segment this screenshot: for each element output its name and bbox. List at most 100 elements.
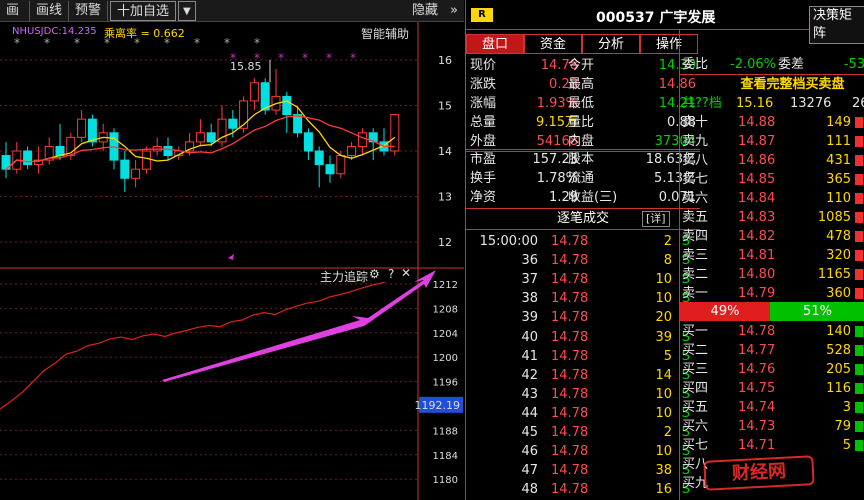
ask-bar xyxy=(855,136,863,147)
tab-analysis[interactable]: 分析 xyxy=(582,34,640,54)
gear-icon[interactable]: ⚙ xyxy=(369,267,380,281)
trades-detail-button[interactable]: [详] xyxy=(642,211,670,227)
ask-volume: 478 xyxy=(826,229,851,244)
bid-row: 买六 14.73 79 xyxy=(680,417,864,436)
quote-label: 净资 xyxy=(470,190,497,205)
ratio-value: -2.06% xyxy=(730,57,776,72)
trade-volume: 39 xyxy=(655,329,672,345)
trade-price: 14.78 xyxy=(551,348,589,364)
line-menu[interactable]: 画线 xyxy=(30,0,70,21)
buy-sell-ratio-bar: 49% 51% xyxy=(680,302,864,321)
trade-row: 40 14.78 39 S xyxy=(466,328,698,347)
trade-row: 41 14.78 5 S xyxy=(466,347,698,366)
candle-body xyxy=(260,82,270,111)
decision-matrix-button[interactable]: 决策矩阵 xyxy=(809,6,864,44)
trade-time: 42 xyxy=(521,367,538,383)
bid-row: 买一 14.78 140 xyxy=(680,322,864,341)
signal-star: * xyxy=(350,51,356,65)
trade-price: 14.78 xyxy=(551,272,589,288)
ask-label: 卖一 xyxy=(682,286,709,301)
bid-price: 14.75 xyxy=(738,381,776,396)
lower-tick: 1192.19 xyxy=(415,399,461,412)
bid-label: 买七 xyxy=(682,438,709,453)
trade-volume: 8 xyxy=(663,253,672,269)
ask-price: 14.85 xyxy=(738,172,776,187)
signal-star: * xyxy=(326,51,332,65)
trade-row: 3914.7820S xyxy=(466,308,698,327)
trade-row: 44 14.78 10 S xyxy=(466,404,698,423)
bid-price: 14.71 xyxy=(738,438,776,453)
signal-star: * xyxy=(74,36,80,50)
ask-price: 14.86 xyxy=(738,153,776,168)
chevron-down-icon[interactable]: ▼ xyxy=(178,0,196,21)
ask-row: 卖五 14.83 1085 xyxy=(680,208,864,227)
ask-volume: 110 xyxy=(826,191,851,206)
signal-star: * xyxy=(224,36,230,50)
alert-menu[interactable]: 预警 xyxy=(69,0,109,21)
trade-volume: 16 xyxy=(655,482,672,498)
lower-tick: 1208 xyxy=(433,304,458,315)
trade-time: 45 xyxy=(521,425,538,440)
ask-volume: 1085 xyxy=(817,210,851,225)
ask-bar xyxy=(855,212,863,223)
draw-menu[interactable]: 画面 xyxy=(0,0,30,21)
trade-volume: 38 xyxy=(655,463,672,479)
candle-body xyxy=(293,114,303,134)
quote-row: 涨跌 0.28 最高 14.86 xyxy=(468,75,700,94)
tab-funds[interactable]: 资金 xyxy=(524,34,582,54)
trade-volume: 20 xyxy=(655,310,672,326)
trade-row: 43 14.78 10 S xyxy=(466,385,698,404)
ask-row: 卖二 14.80 1165 xyxy=(680,265,864,284)
ask-price: 14.83 xyxy=(738,210,776,225)
add-watchlist-button[interactable]: 十加自选 xyxy=(110,0,177,21)
quote-row: 市盈 157.23 股本 18.63亿 xyxy=(468,150,700,169)
lower-tick: 1200 xyxy=(433,353,458,364)
bid-volume: 528 xyxy=(826,343,851,358)
ask-bar xyxy=(855,288,863,299)
ask-bar xyxy=(855,193,863,204)
assist-label[interactable]: 智能辅助 xyxy=(361,25,409,42)
full-orderbook-link[interactable]: 查看完整档买卖盘 xyxy=(700,75,864,94)
close-icon[interactable]: ✕ xyxy=(401,266,411,280)
ask-volume: 149 xyxy=(826,115,851,130)
quote-label: 最高 xyxy=(568,77,595,92)
ask-row: 卖四 14.82 478 xyxy=(680,227,864,246)
price-tick: 15 xyxy=(438,100,452,113)
lower-tick: 1204 xyxy=(433,329,458,340)
signal-star: * xyxy=(14,36,20,50)
help-icon[interactable]: ? xyxy=(388,267,394,281)
ask-price: 14.84 xyxy=(738,191,776,206)
trade-volume: 14 xyxy=(655,367,672,383)
ask-price: 14.87 xyxy=(738,134,776,149)
candle-body xyxy=(195,132,205,143)
tab-operate[interactable]: 操作 xyxy=(640,34,698,54)
expand-icon[interactable]: » xyxy=(444,1,464,21)
trade-time: 41 xyxy=(521,348,538,364)
candle-body xyxy=(249,82,259,102)
ratio-label: 委比 xyxy=(682,57,709,72)
ask-bar xyxy=(855,231,863,242)
lower-tick: 1188 xyxy=(433,426,458,437)
ask-bar xyxy=(855,250,863,261)
quote-label: 流通 xyxy=(568,171,595,186)
lower-indicator-title: 主力追踪 xyxy=(320,270,369,284)
total-label: 共??档 xyxy=(682,96,722,111)
bid-label: 买一 xyxy=(682,324,709,339)
signal-star: * xyxy=(194,36,200,50)
tab-pankou[interactable]: 盘口 xyxy=(466,34,524,54)
trade-time: 46 xyxy=(521,444,538,460)
ask-bar xyxy=(855,155,863,166)
trade-volume: 5 xyxy=(663,348,672,364)
bid-label: 买五 xyxy=(682,400,709,415)
total-volume: 13276 xyxy=(790,96,832,111)
ask-bar xyxy=(855,117,863,128)
quote-label: 市盈 xyxy=(470,152,497,167)
candle-body xyxy=(314,150,324,166)
trade-time: 38 xyxy=(521,291,538,307)
candle-body xyxy=(390,114,400,152)
ma-indicator-label: NHUSJDC:14.235 xyxy=(12,26,97,37)
candle-body xyxy=(325,164,335,175)
candle-body xyxy=(141,150,151,170)
hide-button[interactable]: 隐藏 xyxy=(406,1,444,21)
quote-row: 现价 14.78 今开 14.30 xyxy=(468,56,700,75)
